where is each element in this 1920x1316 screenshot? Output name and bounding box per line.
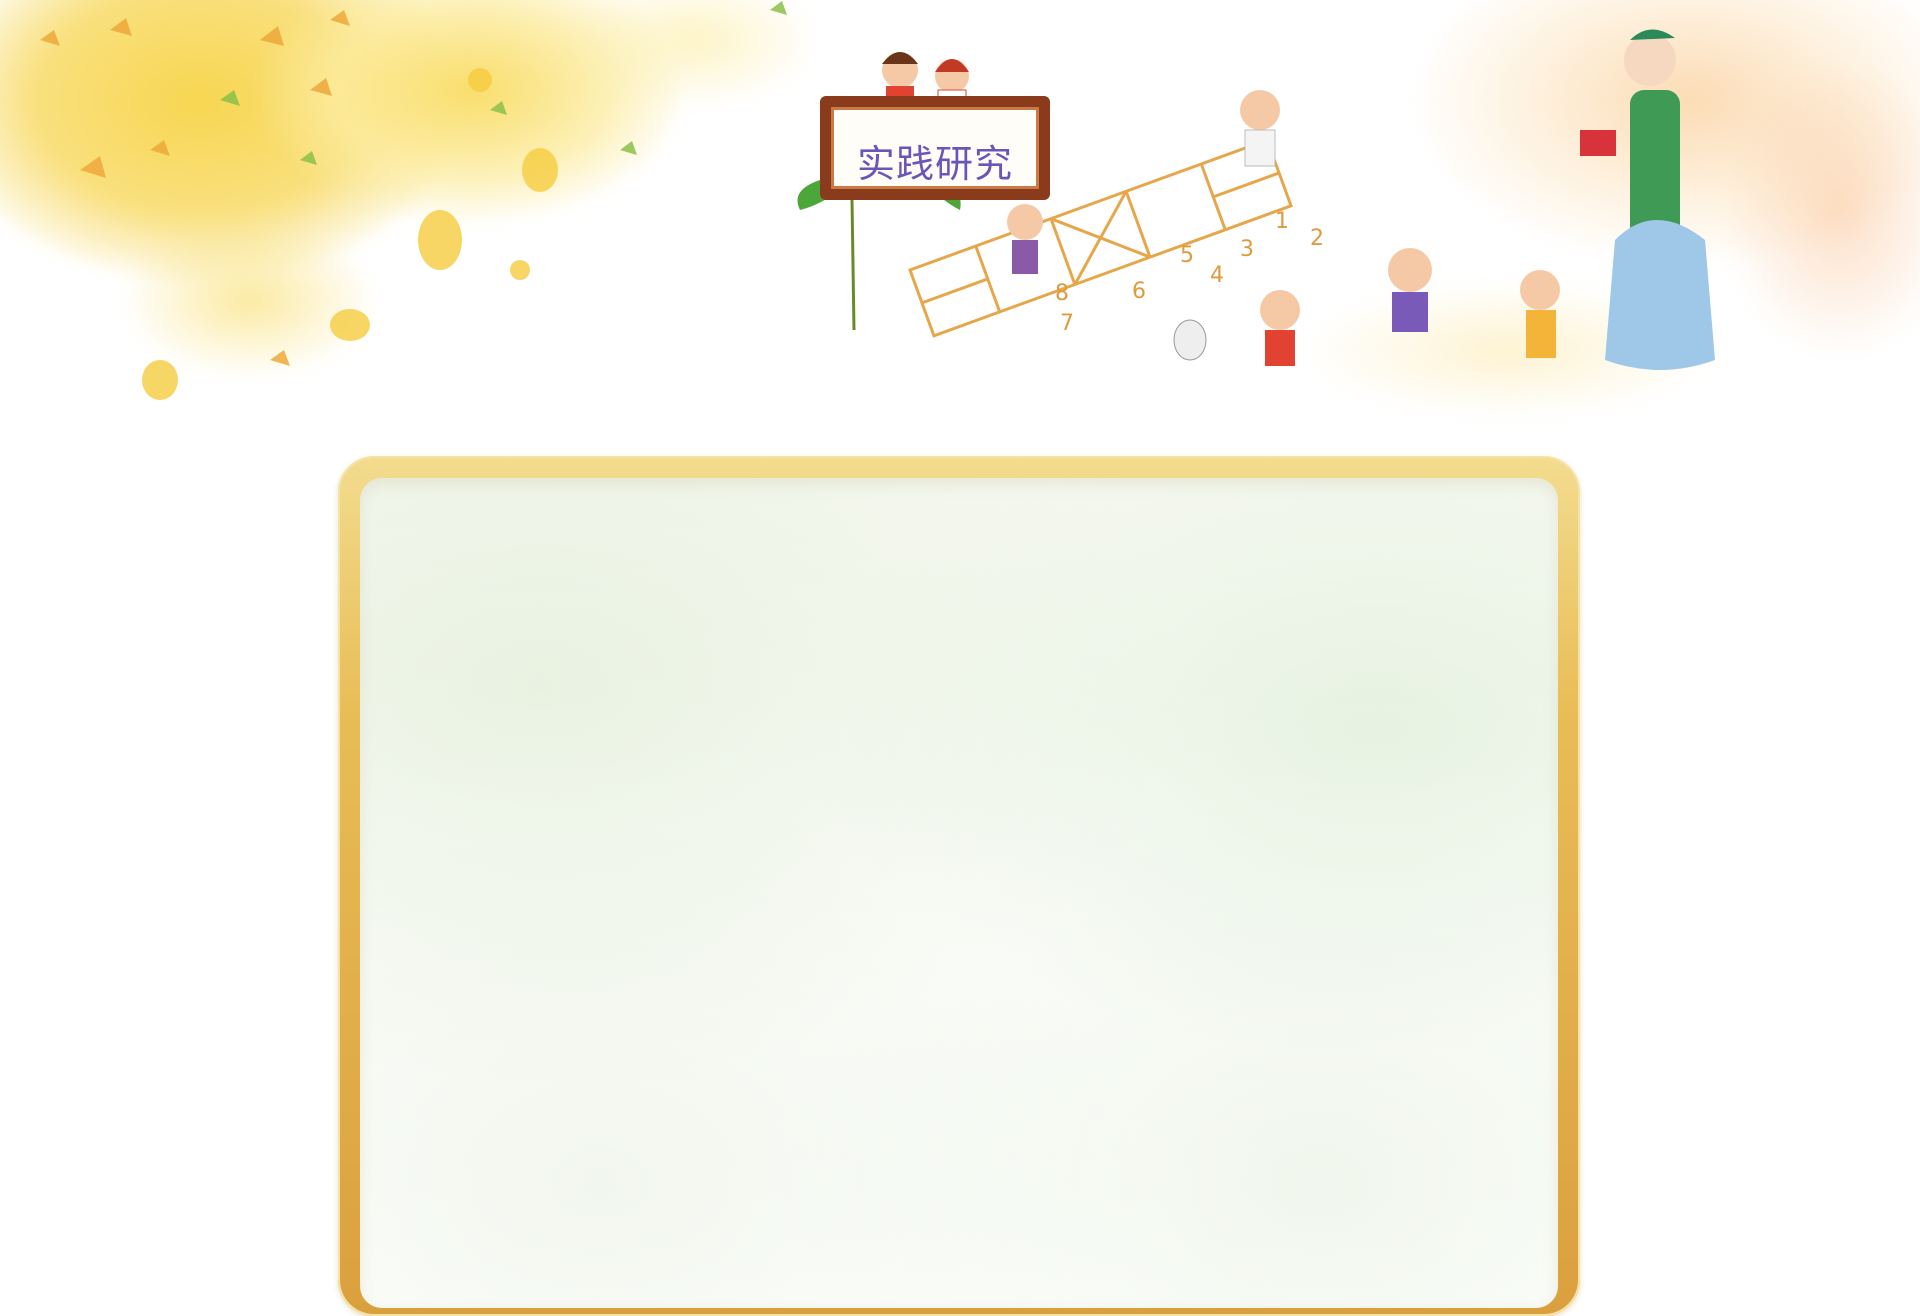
slide-canvas: 实践研究 1 2 3 4 5 6 7 8: [0, 0, 1920, 1316]
hopscotch-number: 2: [1310, 226, 1324, 251]
hopscotch-number: 3: [1240, 237, 1254, 262]
hopscotch-number: 8: [1055, 281, 1069, 306]
leaf-icons: [40, 1, 787, 400]
hopscotch-number: 5: [1180, 243, 1194, 268]
hopscotch-scene: 12 345 6 7 8: [908, 29, 1715, 370]
teacher-figure: [1580, 29, 1715, 370]
hopscotch-number: 4: [1210, 263, 1224, 288]
hopscotch-number: 6: [1132, 279, 1146, 304]
hopscotch-number: 1: [1275, 209, 1289, 234]
content-panel-body: [360, 478, 1558, 1308]
hopscotch-number: 7: [1060, 311, 1074, 336]
